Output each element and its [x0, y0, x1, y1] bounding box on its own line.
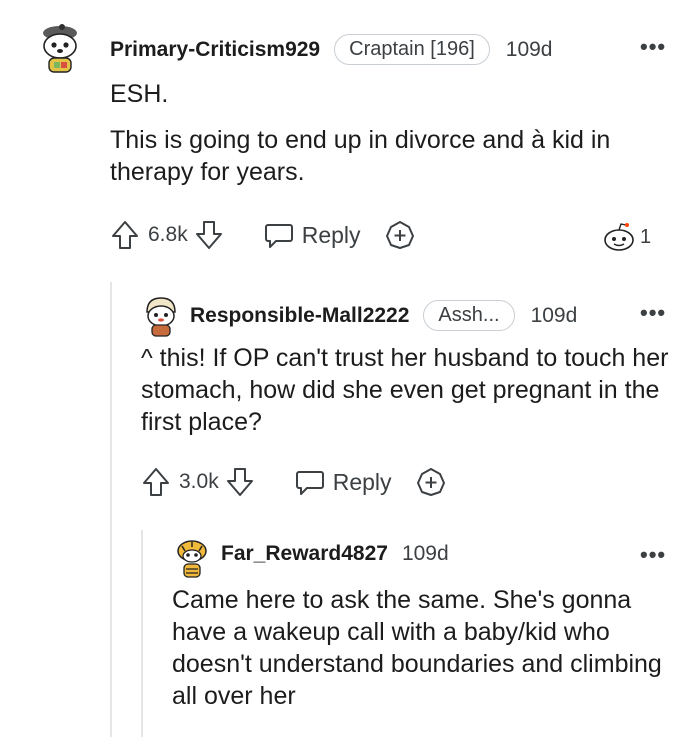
comment-body: ESH. This is going to end up in divorce …: [110, 78, 670, 188]
username[interactable]: Responsible-Mall2222: [190, 304, 409, 328]
arrow-down-icon[interactable]: [194, 219, 224, 251]
thread-line[interactable]: [110, 282, 112, 737]
user-avatar[interactable]: [32, 22, 88, 78]
comment-actions: 6.8k Reply: [110, 219, 415, 251]
ellipsis-icon[interactable]: •••: [640, 542, 666, 568]
comment-body: ^ this! If OP can't trust her husband to…: [141, 342, 681, 438]
reply-button[interactable]: Reply: [295, 467, 392, 497]
comment-age[interactable]: 109d: [402, 542, 449, 566]
snoo-avatar-icon: [43, 24, 77, 73]
comment-age[interactable]: 109d: [531, 304, 578, 328]
snoo-avatar-icon: [177, 540, 207, 578]
username[interactable]: Primary-Criticism929: [110, 38, 320, 62]
reply-button[interactable]: Reply: [264, 220, 361, 250]
username[interactable]: Far_Reward4827: [221, 542, 388, 566]
comment-paragraph: This is going to end up in divorce and à…: [110, 126, 611, 186]
speech-bubble-icon: [295, 467, 325, 497]
arrow-up-icon[interactable]: [110, 219, 140, 251]
comment-header: Primary-Criticism929 Craptain [196] 109d: [110, 34, 552, 65]
speech-bubble-icon: [264, 220, 294, 250]
award-plus-icon[interactable]: [416, 467, 446, 497]
comment-header: Responsible-Mall2222 Assh... 109d: [190, 300, 577, 331]
vote-count: 6.8k: [148, 223, 188, 246]
user-avatar[interactable]: [172, 536, 212, 580]
reply-label: Reply: [301, 221, 361, 248]
comment-body: Came here to ask the same. She's gonna h…: [172, 584, 677, 712]
snoo-avatar-icon: [146, 297, 176, 337]
comment-age[interactable]: 109d: [506, 38, 553, 62]
user-avatar[interactable]: [141, 294, 181, 338]
comment-paragraph: ^ this! If OP can't trust her husband to…: [141, 344, 669, 436]
award-plus-icon[interactable]: [385, 220, 415, 250]
awards-display[interactable]: 1: [602, 222, 651, 252]
award-snoo-icon: [602, 222, 636, 252]
thread-line[interactable]: [141, 530, 143, 737]
user-flair: Craptain [196]: [334, 34, 490, 65]
comment-paragraph: Came here to ask the same. She's gonna h…: [172, 586, 662, 710]
arrow-up-icon[interactable]: [141, 466, 171, 498]
user-flair: Assh...: [423, 300, 515, 331]
award-count: 1: [640, 225, 652, 248]
reply-label: Reply: [332, 468, 392, 495]
comment-paragraph: ESH.: [110, 80, 169, 108]
ellipsis-icon[interactable]: •••: [640, 300, 666, 326]
comment-header: Far_Reward4827 109d: [221, 542, 449, 566]
ellipsis-icon[interactable]: •••: [640, 34, 666, 60]
vote-count: 3.0k: [179, 470, 219, 493]
comment-actions: 3.0k Reply: [141, 466, 446, 498]
arrow-down-icon[interactable]: [225, 466, 255, 498]
